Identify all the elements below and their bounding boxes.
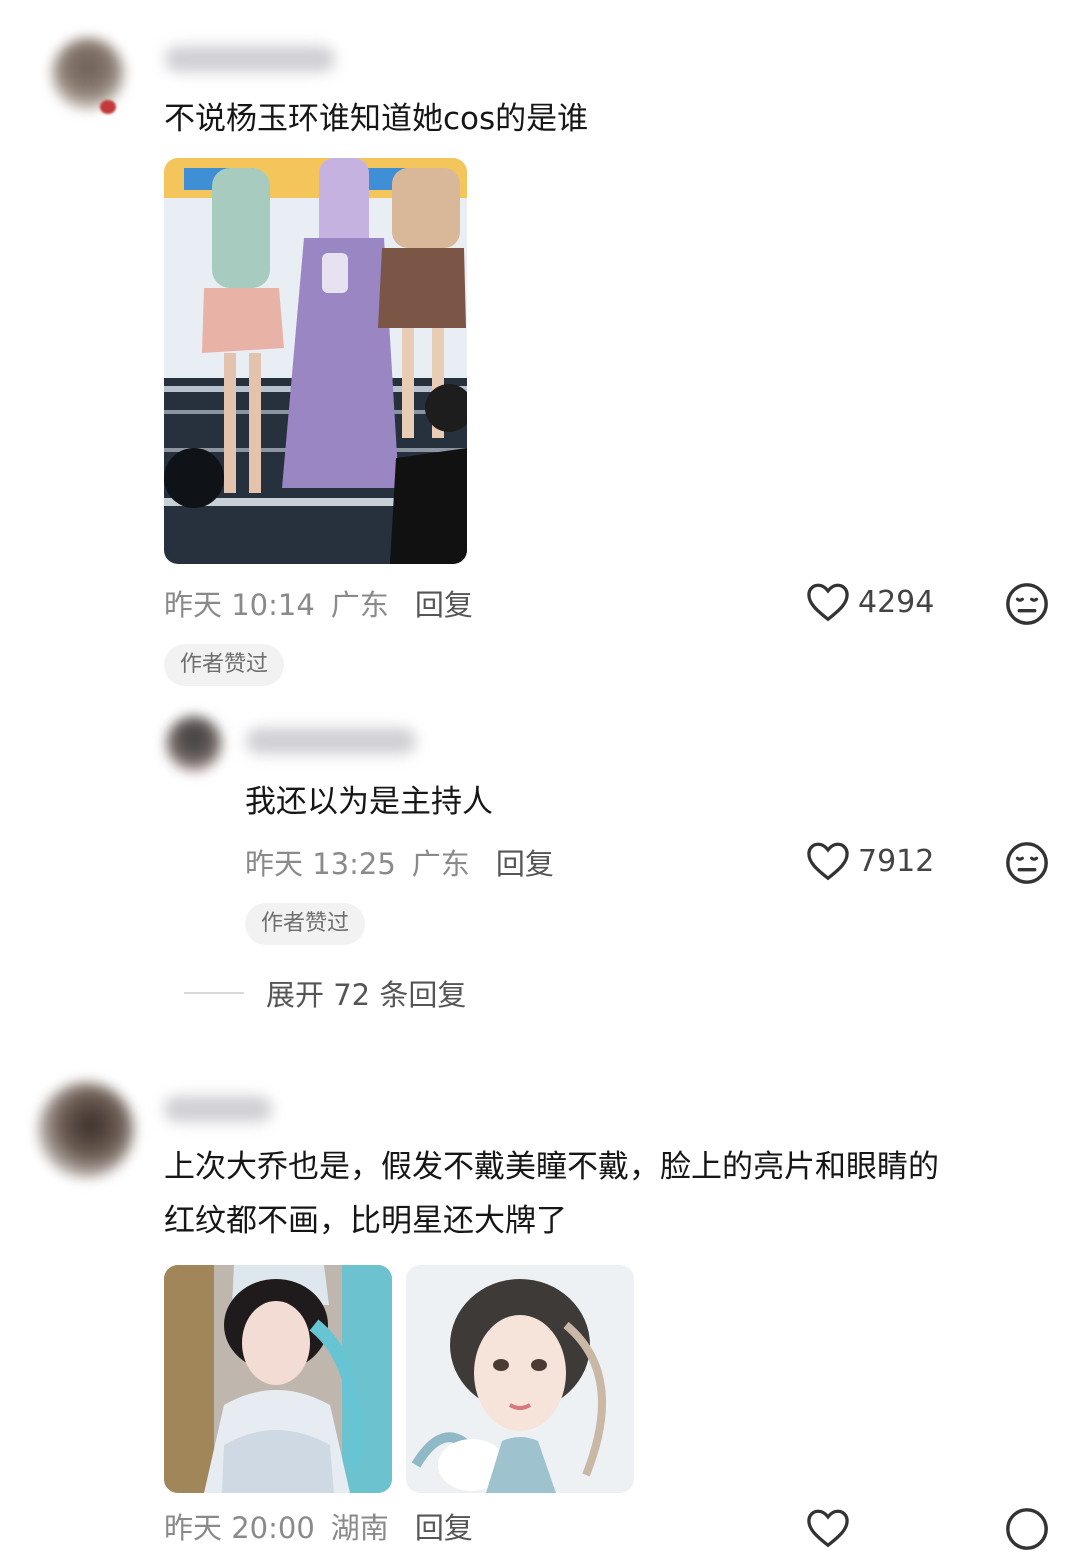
like-count: 4294 (858, 584, 935, 620)
comment-time: 昨天 13:25 (245, 847, 396, 881)
author-liked-badge: 作者赞过 (245, 903, 366, 945)
username[interactable] (164, 1096, 272, 1122)
comment-text: 不说杨玉环谁知道她cos的是谁 (164, 101, 589, 137)
expand-replies-label: 展开 72 条回复 (266, 978, 467, 1012)
dislike-button[interactable] (1004, 840, 1050, 890)
stage-photo (164, 158, 467, 564)
dislike-button[interactable] (1004, 581, 1050, 631)
character-art (406, 1265, 634, 1493)
comment-image[interactable] (164, 1265, 392, 1493)
author-liked-badge: 作者赞过 (164, 644, 285, 686)
username[interactable] (246, 728, 416, 754)
comment-image[interactable] (164, 158, 467, 564)
meh-face-icon (1006, 583, 1048, 625)
username[interactable] (165, 46, 335, 72)
expand-replies-button[interactable]: 展开 72 条回复 (184, 972, 466, 1014)
comment-location: 湖南 (330, 1511, 389, 1545)
like-button[interactable] (806, 1508, 850, 1552)
avatar[interactable] (166, 716, 222, 772)
like-count: 7912 (858, 843, 935, 879)
avatar-badge-icon (100, 100, 116, 114)
comment-time: 昨天 20:00 (164, 1511, 315, 1545)
avatar[interactable] (38, 1082, 134, 1178)
avatar[interactable] (52, 38, 124, 110)
heart-outline-icon (807, 583, 849, 622)
meh-face-icon (1006, 842, 1048, 884)
comment-meta: 昨天 20:00 湖南 回复 (164, 1505, 473, 1547)
dislike-button[interactable] (1004, 1506, 1050, 1556)
comment-text-line1: 上次大乔也是，假发不戴美瞳不戴，脸上的亮片和眼睛的 (164, 1149, 939, 1185)
meh-face-icon (1006, 1508, 1048, 1550)
comment-location: 广东 (411, 847, 470, 881)
divider (184, 992, 244, 994)
comment-location: 广东 (330, 588, 389, 622)
reply-button[interactable]: 回复 (415, 1505, 473, 1547)
cosplay-photo (164, 1265, 392, 1493)
like-button[interactable]: 4294 (806, 582, 934, 622)
comment-time: 昨天 10:14 (164, 588, 315, 622)
reply-text: 我还以为是主持人 (245, 784, 493, 820)
reply-button[interactable]: 回复 (415, 582, 473, 624)
comment-text-line2: 红纹都不画，比明星还大牌了 (164, 1203, 567, 1239)
reply-meta: 昨天 13:25 广东 回复 (245, 841, 554, 883)
comment-meta: 昨天 10:14 广东 回复 (164, 582, 473, 624)
reply-button[interactable]: 回复 (496, 841, 554, 883)
heart-outline-icon (807, 842, 849, 881)
like-button[interactable]: 7912 (806, 841, 934, 881)
heart-outline-icon (807, 1509, 849, 1548)
comment-image[interactable] (406, 1265, 634, 1493)
